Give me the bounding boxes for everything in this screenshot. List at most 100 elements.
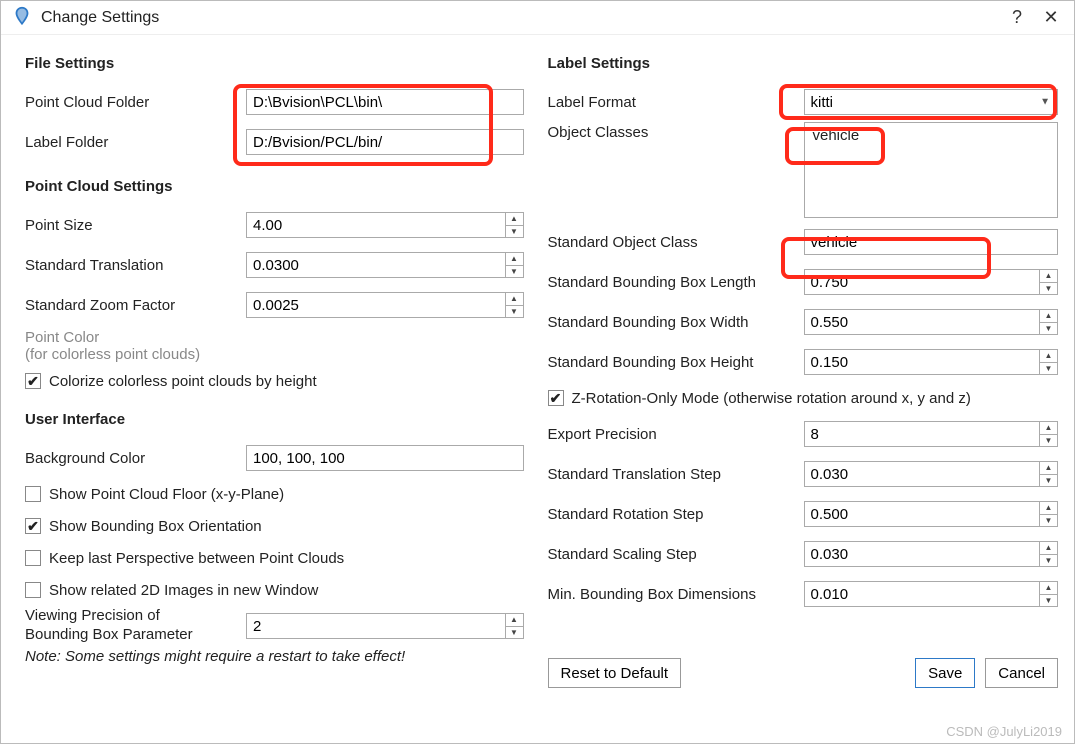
zrot-checkbox[interactable] bbox=[548, 390, 564, 406]
point-cloud-folder-input[interactable] bbox=[246, 89, 524, 115]
row-std-scaling-step: Standard Scaling Step ▲▼ bbox=[548, 534, 1059, 574]
label-object-classes: Object Classes bbox=[548, 122, 798, 141]
show-2d-checkbox[interactable] bbox=[25, 582, 41, 598]
point-size-spinbox[interactable]: ▲▼ bbox=[246, 212, 524, 238]
label-format-select[interactable] bbox=[804, 89, 1059, 115]
row-bbox-height: Standard Bounding Box Height ▲▼ bbox=[548, 342, 1059, 382]
section-label-settings: Label Settings bbox=[548, 55, 1059, 72]
bbox-height-input[interactable] bbox=[805, 350, 1040, 374]
label-bbox-length: Standard Bounding Box Length bbox=[548, 274, 798, 291]
row-label-format: Label Format bbox=[548, 82, 1059, 122]
label-point-color-hint: (for colorless point clouds) bbox=[25, 346, 524, 363]
std-translation-input[interactable] bbox=[247, 253, 505, 277]
save-button[interactable]: Save bbox=[915, 658, 975, 688]
spin-down-icon[interactable]: ▼ bbox=[506, 627, 523, 639]
section-user-interface: User Interface bbox=[25, 411, 524, 428]
spin-down-icon[interactable]: ▼ bbox=[1040, 555, 1057, 567]
label-zrot: Z-Rotation-Only Mode (otherwise rotation… bbox=[572, 390, 971, 407]
reset-button[interactable]: Reset to Default bbox=[548, 658, 682, 688]
row-std-zoom: Standard Zoom Factor ▲▼ bbox=[13, 285, 524, 325]
std-rotation-step-spinbox[interactable]: ▲▼ bbox=[804, 501, 1059, 527]
std-object-class-input[interactable] bbox=[804, 229, 1059, 255]
spin-up-icon[interactable]: ▲ bbox=[1040, 542, 1057, 555]
row-bg-color: Background Color bbox=[13, 438, 524, 478]
std-rotation-step-input[interactable] bbox=[805, 502, 1040, 526]
show-orientation-checkbox[interactable] bbox=[25, 518, 41, 534]
section-point-cloud-settings: Point Cloud Settings bbox=[25, 178, 524, 195]
spin-down-icon[interactable]: ▼ bbox=[506, 266, 523, 278]
bg-color-input[interactable] bbox=[246, 445, 524, 471]
label-point-size: Point Size bbox=[25, 217, 240, 234]
spin-up-icon[interactable]: ▲ bbox=[506, 213, 523, 226]
label-viewing-precision-l1: Viewing Precision of bbox=[25, 607, 160, 624]
spin-up-icon[interactable]: ▲ bbox=[506, 614, 523, 627]
std-translation-step-input[interactable] bbox=[805, 462, 1040, 486]
spin-down-icon[interactable]: ▼ bbox=[1040, 283, 1057, 295]
spin-down-icon[interactable]: ▼ bbox=[1040, 323, 1057, 335]
min-bbox-dim-spinbox[interactable]: ▲▼ bbox=[804, 581, 1059, 607]
right-column: Label Settings Label Format Object Class… bbox=[548, 47, 1059, 688]
spin-up-icon[interactable]: ▲ bbox=[506, 293, 523, 306]
spin-up-icon[interactable]: ▲ bbox=[1040, 422, 1057, 435]
bbox-width-spinbox[interactable]: ▲▼ bbox=[804, 309, 1059, 335]
spin-down-icon[interactable]: ▼ bbox=[1040, 435, 1057, 447]
min-bbox-dim-input[interactable] bbox=[805, 582, 1040, 606]
spin-down-icon[interactable]: ▼ bbox=[506, 306, 523, 318]
label-keep-perspective: Keep last Perspective between Point Clou… bbox=[49, 550, 344, 567]
spin-down-icon[interactable]: ▼ bbox=[1040, 475, 1057, 487]
label-std-scaling-step: Standard Scaling Step bbox=[548, 546, 798, 563]
row-show-floor: Show Point Cloud Floor (x-y-Plane) bbox=[13, 478, 524, 510]
label-std-zoom: Standard Zoom Factor bbox=[25, 297, 240, 314]
viewing-precision-spinbox[interactable]: ▲▼ bbox=[246, 613, 524, 639]
keep-perspective-checkbox[interactable] bbox=[25, 550, 41, 566]
row-viewing-precision: Viewing Precision of Bounding Box Parame… bbox=[13, 606, 524, 646]
viewing-precision-input[interactable] bbox=[247, 614, 505, 638]
row-point-size: Point Size ▲▼ bbox=[13, 205, 524, 245]
close-icon[interactable]: ✕ bbox=[1038, 7, 1064, 28]
bbox-length-spinbox[interactable]: ▲▼ bbox=[804, 269, 1059, 295]
spin-up-icon[interactable]: ▲ bbox=[506, 253, 523, 266]
colorize-checkbox[interactable] bbox=[25, 373, 41, 389]
left-column: File Settings Point Cloud Folder Label F… bbox=[13, 47, 524, 688]
std-scaling-step-input[interactable] bbox=[805, 542, 1040, 566]
bbox-width-input[interactable] bbox=[805, 310, 1040, 334]
row-show-orientation: Show Bounding Box Orientation bbox=[13, 510, 524, 542]
object-classes-list[interactable]: vehicle bbox=[804, 122, 1059, 218]
bbox-length-input[interactable] bbox=[805, 270, 1040, 294]
spin-down-icon[interactable]: ▼ bbox=[506, 226, 523, 238]
point-size-input[interactable] bbox=[247, 213, 505, 237]
std-zoom-input[interactable] bbox=[247, 293, 505, 317]
row-bbox-width: Standard Bounding Box Width ▲▼ bbox=[548, 302, 1059, 342]
std-translation-spinbox[interactable]: ▲▼ bbox=[246, 252, 524, 278]
show-floor-checkbox[interactable] bbox=[25, 486, 41, 502]
spin-up-icon[interactable]: ▲ bbox=[1040, 582, 1057, 595]
label-min-bbox-dim: Min. Bounding Box Dimensions bbox=[548, 586, 798, 603]
spin-down-icon[interactable]: ▼ bbox=[1040, 595, 1057, 607]
spin-up-icon[interactable]: ▲ bbox=[1040, 270, 1057, 283]
std-scaling-step-spinbox[interactable]: ▲▼ bbox=[804, 541, 1059, 567]
spin-up-icon[interactable]: ▲ bbox=[1040, 310, 1057, 323]
spin-up-icon[interactable]: ▲ bbox=[1040, 502, 1057, 515]
export-precision-input[interactable] bbox=[805, 422, 1040, 446]
spin-up-icon[interactable]: ▲ bbox=[1040, 462, 1057, 475]
restart-note: Note: Some settings might require a rest… bbox=[13, 646, 524, 665]
export-precision-spinbox[interactable]: ▲▼ bbox=[804, 421, 1059, 447]
spin-up-icon[interactable]: ▲ bbox=[1040, 350, 1057, 363]
label-bbox-height: Standard Bounding Box Height bbox=[548, 354, 798, 371]
spin-down-icon[interactable]: ▼ bbox=[1040, 363, 1057, 375]
bbox-height-spinbox[interactable]: ▲▼ bbox=[804, 349, 1059, 375]
object-classes-item[interactable]: vehicle bbox=[805, 123, 1058, 148]
row-zrot: Z-Rotation-Only Mode (otherwise rotation… bbox=[548, 382, 1059, 414]
help-button[interactable]: ? bbox=[1004, 7, 1030, 28]
label-format-select-wrap[interactable] bbox=[804, 89, 1059, 115]
spin-down-icon[interactable]: ▼ bbox=[1040, 515, 1057, 527]
std-translation-step-spinbox[interactable]: ▲▼ bbox=[804, 461, 1059, 487]
std-zoom-spinbox[interactable]: ▲▼ bbox=[246, 292, 524, 318]
row-colorize: Colorize colorless point clouds by heigh… bbox=[13, 365, 524, 397]
titlebar: Change Settings ? ✕ bbox=[1, 1, 1074, 35]
row-std-rotation-step: Standard Rotation Step ▲▼ bbox=[548, 494, 1059, 534]
label-viewing-precision-l2: Bounding Box Parameter bbox=[25, 626, 193, 643]
cancel-button[interactable]: Cancel bbox=[985, 658, 1058, 688]
label-folder-input[interactable] bbox=[246, 129, 524, 155]
label-colorize: Colorize colorless point clouds by heigh… bbox=[49, 373, 317, 390]
